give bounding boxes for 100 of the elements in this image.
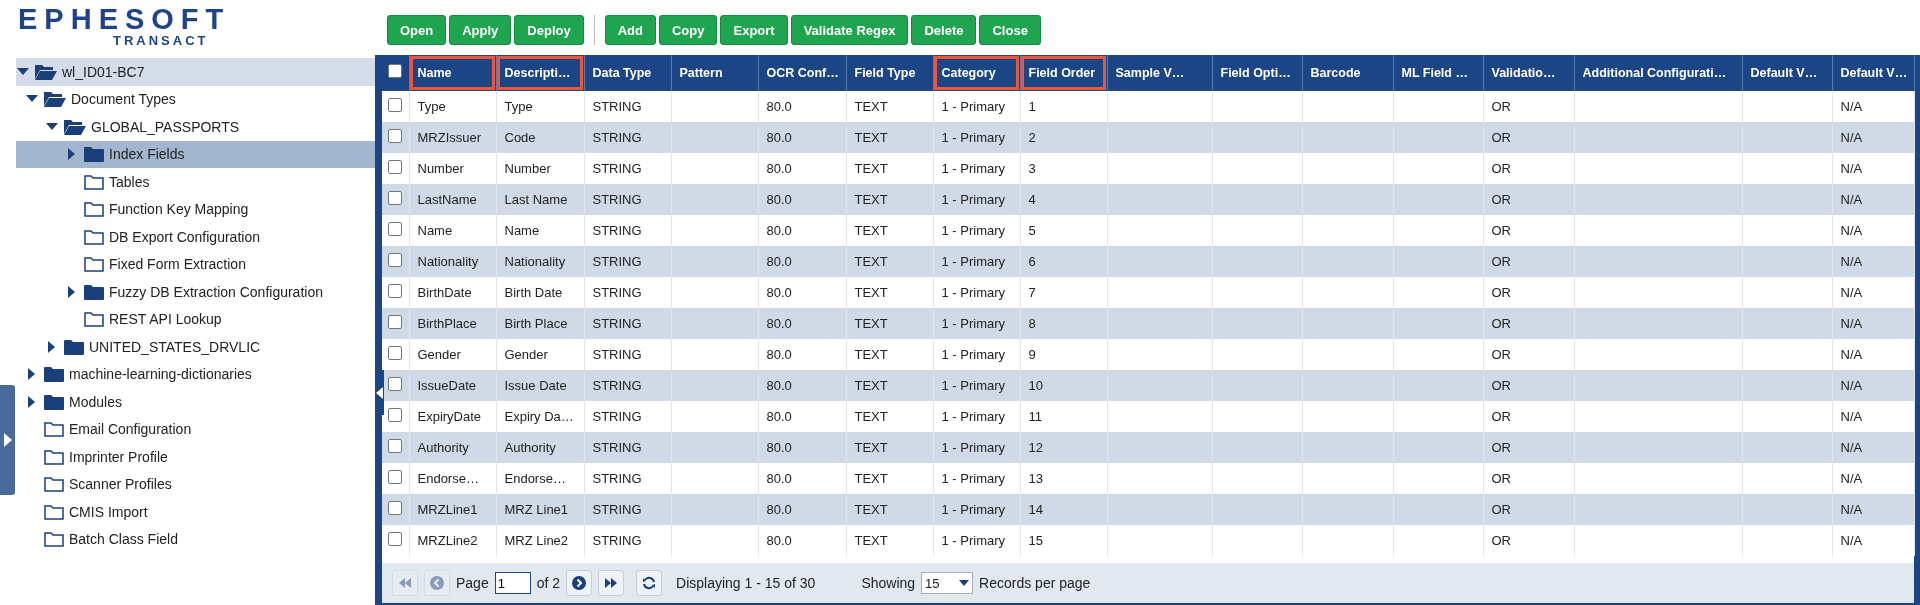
table-cell: STRING [584, 525, 671, 556]
column-header[interactable]: Data Type [584, 55, 671, 91]
folder-icon [84, 283, 104, 300]
tree-item-label: Index Fields [109, 146, 185, 163]
tree-item[interactable]: UNITED_STATES_DRVLIC [16, 333, 375, 361]
column-header[interactable]: Name [409, 55, 496, 91]
tree-item-label: Email Configuration [69, 421, 192, 438]
tree-item-label: Fuzzy DB Extraction Configuration [109, 283, 323, 300]
column-header[interactable]: Barcode [1302, 55, 1393, 91]
tree-item-label: Batch Class Field [69, 531, 178, 548]
folder-outline-icon [84, 256, 104, 273]
column-header[interactable]: Category [933, 55, 1020, 91]
folder-outline-icon [44, 476, 64, 493]
records-per-page-select[interactable]: 15 [921, 572, 974, 594]
table-cell: 1 - Primary [933, 525, 1020, 556]
folder-outline-icon [44, 448, 64, 465]
row-checkbox[interactable] [388, 345, 402, 360]
row-checkbox[interactable] [388, 128, 402, 143]
row-checkbox[interactable] [388, 314, 402, 329]
table-cell: OR [1483, 525, 1574, 556]
tree-item[interactable]: REST API Lookup [16, 305, 375, 333]
row-checkbox[interactable] [388, 159, 402, 174]
column-header[interactable]: Pattern [671, 55, 758, 91]
records-per-page-label: Records per page [979, 575, 1091, 591]
row-checkbox[interactable] [388, 252, 402, 267]
tree-item[interactable]: GLOBAL_PASSPORTS [16, 113, 375, 141]
caret-icon[interactable] [26, 95, 38, 104]
folder-outline-icon [84, 201, 104, 218]
row-checkbox[interactable] [388, 97, 402, 112]
tree-item-label: machine-learning-dictionaries [69, 366, 252, 383]
dropdown-caret-icon [959, 580, 970, 586]
table-cell: TEXT [846, 525, 933, 556]
tree-item[interactable]: Email Configuration [16, 415, 375, 443]
column-header[interactable]: Field Opti… [1212, 55, 1302, 91]
refresh-button[interactable] [636, 570, 663, 596]
tree-item[interactable]: DB Export Configuration [16, 223, 375, 251]
page-number-field[interactable]: 1 [494, 572, 531, 594]
table-cell: 15 [1020, 525, 1107, 556]
column-header[interactable]: Validatio… [1483, 55, 1574, 91]
caret-icon[interactable] [46, 122, 58, 131]
column-header[interactable]: Descripti… [496, 55, 584, 91]
last-page-icon [605, 578, 618, 588]
column-header[interactable]: Default V… [1742, 55, 1832, 91]
next-page-button[interactable] [566, 570, 593, 596]
displaying-count: Displaying 1 - 15 of 30 [676, 575, 816, 591]
row-checkbox[interactable] [388, 500, 402, 515]
row-checkbox[interactable] [388, 469, 402, 484]
logo-tagline: TRANSACT [113, 34, 209, 48]
tree-item-label: Document Types [71, 91, 176, 108]
tree-item[interactable]: Scanner Profiles [16, 470, 375, 498]
expand-panel-handle[interactable] [0, 385, 15, 495]
open-folder-icon [35, 63, 57, 80]
tree-item-label: wl_ID01-BC7 [62, 63, 145, 80]
row-checkbox[interactable] [388, 438, 402, 453]
tree-item-label: UNITED_STATES_DRVLIC [89, 338, 261, 355]
table-cell: MRZ Line2 [496, 525, 584, 556]
open-folder-icon [44, 91, 66, 108]
row-checkbox[interactable] [388, 531, 402, 546]
column-header[interactable]: OCR Conf… [758, 55, 846, 91]
tree-item-label: Tables [109, 173, 150, 190]
tree-item[interactable]: Document Types [16, 85, 375, 113]
caret-icon[interactable] [17, 67, 29, 76]
folder-icon [64, 338, 84, 355]
folder-icon [44, 393, 64, 410]
column-header[interactable]: Default V… [1832, 55, 1914, 91]
column-header[interactable]: ML Field … [1393, 55, 1483, 91]
tree-item[interactable]: Tables [16, 168, 375, 196]
tree-item-label: Modules [69, 393, 122, 410]
tree-item[interactable]: Index Fields [16, 140, 375, 168]
table-cell: MRZLine2 [409, 525, 496, 556]
row-checkbox[interactable] [388, 283, 402, 298]
row-checkbox[interactable] [388, 407, 402, 422]
page-count: of 2 [536, 575, 561, 591]
table-cell: N/A [1832, 525, 1914, 556]
tree-item-label: CMIS Import [69, 503, 148, 520]
page-label: Page [456, 575, 489, 591]
tree-item[interactable]: Batch Class Field [16, 525, 375, 553]
column-header[interactable]: Sample V… [1107, 55, 1212, 91]
tree-item[interactable]: CMIS Import [16, 498, 375, 526]
tree-item[interactable]: Fixed Form Extraction [16, 250, 375, 278]
column-header[interactable]: Field Order [1020, 55, 1107, 91]
tree-item[interactable]: Fuzzy DB Extraction Configuration [16, 278, 375, 306]
tree-item[interactable]: wl_ID01-BC7 [16, 58, 375, 86]
folder-icon [44, 366, 64, 383]
row-checkbox[interactable] [388, 221, 402, 236]
tree-item[interactable]: Imprinter Profile [16, 443, 375, 471]
column-header[interactable]: Additional Configurati… [1574, 55, 1742, 91]
folder-outline-icon [44, 503, 64, 520]
tree-item[interactable]: Function Key Mapping [16, 195, 375, 223]
select-all-checkbox[interactable] [388, 64, 402, 78]
tree-item[interactable]: machine-learning-dictionaries [16, 360, 375, 388]
row-checkbox[interactable] [388, 376, 402, 391]
column-header[interactable]: Field Type [846, 55, 933, 91]
tree-item-label: Scanner Profiles [69, 476, 172, 493]
folder-outline-icon [44, 421, 64, 438]
tree-item-label: DB Export Configuration [109, 228, 260, 245]
row-checkbox[interactable] [388, 190, 402, 205]
tree-item-label: Fixed Form Extraction [109, 256, 246, 273]
last-page-button[interactable] [598, 570, 625, 596]
tree-item[interactable]: Modules [16, 388, 375, 416]
